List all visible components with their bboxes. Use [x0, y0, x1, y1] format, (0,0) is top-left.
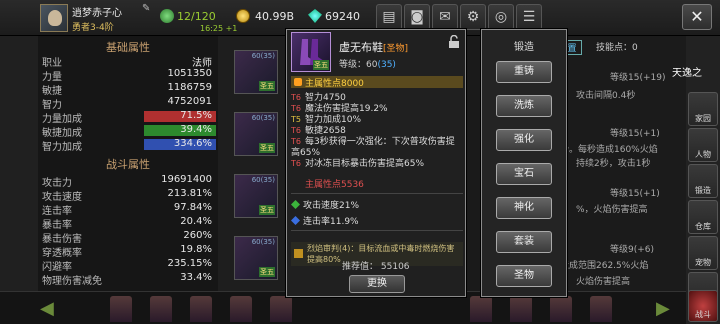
socket-gem: 连击率11.9% [291, 214, 463, 227]
combat-attrs-title: 战斗属性 [106, 158, 150, 171]
set-button[interactable]: 套装 [496, 231, 552, 253]
item-attr: T6 对冰冻目标暴击伤害提高65% [291, 159, 425, 169]
item-attr-extra: 主属性点5536 [305, 180, 364, 190]
gold-coin-icon [236, 9, 250, 23]
blue-gem-icon [291, 216, 300, 225]
skill-line: 秒。每秒造成160%火焰 [560, 145, 658, 155]
sidebar-item-pet[interactable]: 宠物 [688, 236, 718, 270]
forge-title: 锻造 [514, 42, 534, 53]
stat-row: 物理伤害减免 33.4% [42, 272, 212, 287]
edit-name-icon[interactable]: ✎ [142, 3, 150, 14]
bag-icon[interactable]: ◙ [404, 4, 430, 30]
scroll-right-icon[interactable]: ▶ [656, 298, 670, 319]
equipment-slot[interactable]: 60(35) 圣五 [234, 236, 278, 280]
settings-icon[interactable]: ⚙ [460, 4, 486, 30]
stat-row: 敏捷 1186759 [42, 82, 212, 97]
hero-portrait[interactable] [270, 296, 292, 322]
equipment-slot[interactable]: 60(35) 圣五 [234, 174, 278, 218]
player-avatar[interactable] [40, 4, 68, 32]
stat-row: 攻击速度 213.81% [42, 188, 212, 203]
gem-value: 69240 [325, 10, 360, 23]
stat-row: 连击率 97.84% [42, 202, 212, 217]
item-level: 等级：60(35) [339, 60, 396, 70]
relic-button[interactable]: 圣物 [496, 265, 552, 287]
base-attrs-title: 基础属性 [106, 41, 150, 54]
item-name: 虚无布鞋[圣物] [339, 41, 409, 54]
item-tier-badge: 圣五 [313, 60, 329, 70]
hero-portrait[interactable] [550, 296, 572, 322]
recast-button[interactable]: 重铸 [496, 61, 552, 83]
energy-value: 12/120 [177, 10, 216, 23]
recommend-score: 推荐值： 55106 [342, 262, 410, 272]
sidebar-item-battle[interactable]: 战斗 [688, 290, 718, 322]
stat-row: 暴击伤害 260% [42, 230, 212, 245]
enhance-button[interactable]: 强化 [496, 129, 552, 151]
item-attr: T6 每3秒获得一次强化：下次普攻伤害提高65% [291, 137, 455, 158]
equipment-list: 60(35) 圣五 60(35) 圣五 60(35) 圣五 60(35) 圣五 [218, 36, 286, 291]
gem-icon [308, 9, 322, 23]
divider [291, 193, 463, 194]
player-name: 逍梦赤子心 [72, 8, 122, 19]
event-icon[interactable]: ◎ [488, 4, 514, 30]
player-level: 勇者3-4阶 [72, 23, 114, 33]
equipment-slot[interactable]: 60(35) 圣五 [234, 112, 278, 156]
divider [291, 230, 463, 231]
energy-icon [160, 9, 174, 23]
stats-panel: 基础属性 职业 法师 力量 1051350 敏捷 1186759 智力 4752091 … [38, 36, 218, 291]
right-sidebar: 天逸之 家园 人物 锻造 仓库 宠物 公会 [672, 36, 720, 324]
green-gem-icon [291, 200, 300, 209]
stat-row: 暴击率 20.4% [42, 216, 212, 231]
hero-portrait[interactable] [190, 296, 212, 322]
stat-row: 攻击力 19691400 [42, 174, 212, 189]
sidebar-item-home[interactable]: 家园 [688, 92, 718, 126]
hero-portrait[interactable] [150, 296, 172, 322]
hero-portrait[interactable] [110, 296, 132, 322]
skill-points: 技能点：0 [596, 43, 638, 53]
stat-row: 职业 法师 [42, 58, 212, 69]
skill-icon [294, 249, 303, 258]
mail-icon[interactable]: ✉ [432, 4, 458, 30]
sidebar-top-label: 天逸之 [672, 68, 702, 79]
stat-row: 智力加成 334.6% [42, 138, 216, 153]
energy-timer: 16:25 +1 [200, 24, 238, 33]
socket-gem: 攻击速度21% [291, 198, 463, 211]
forge-menu: 锻造 重铸 洗炼 强化 宝石 神化 套装 圣物 [481, 29, 567, 297]
refine-button[interactable]: 洗炼 [496, 95, 552, 117]
hero-portrait[interactable] [590, 296, 612, 322]
main-attribute: 主属性点8000 [291, 76, 463, 89]
unlock-icon[interactable] [447, 35, 461, 49]
hero-portrait[interactable] [230, 296, 252, 322]
replace-button[interactable]: 更换 [349, 275, 405, 293]
shop-icon[interactable]: ▤ [376, 4, 402, 30]
scroll-left-icon[interactable]: ◀ [40, 298, 54, 319]
menu-icon[interactable]: ☰ [516, 4, 542, 30]
item-detail-popup: 圣五 虚无布鞋[圣物] 等级：60(35) 主属性点8000 T6 智力4750 … [286, 29, 466, 297]
stat-row: 智力 4752091 [42, 96, 212, 111]
sidebar-item-forge[interactable]: 锻造 [688, 164, 718, 198]
stat-row: 力量加成 71.5% [42, 110, 216, 125]
stat-row: 穿透概率 19.8% [42, 244, 212, 259]
gem-button[interactable]: 宝石 [496, 163, 552, 185]
close-button[interactable]: ✕ [682, 4, 712, 30]
deify-button[interactable]: 神化 [496, 197, 552, 219]
stat-row: 力量 1051350 [42, 68, 212, 83]
hero-portrait[interactable] [510, 296, 532, 322]
stat-row: 敏捷加成 39.4% [42, 124, 216, 139]
stat-row: 闪避率 235.15% [42, 258, 212, 273]
sidebar-item-character[interactable]: 人物 [688, 128, 718, 162]
skill-line: 造成范围262.5%火焰 [560, 261, 649, 271]
gold-value: 40.99B [255, 10, 295, 23]
equipment-slot[interactable]: 60(35) 圣五 [234, 50, 278, 94]
sidebar-item-storage[interactable]: 仓库 [688, 200, 718, 234]
boots-icon: 圣五 [291, 32, 331, 72]
left-icon-strip [0, 36, 38, 291]
hero-portrait[interactable] [470, 296, 492, 322]
